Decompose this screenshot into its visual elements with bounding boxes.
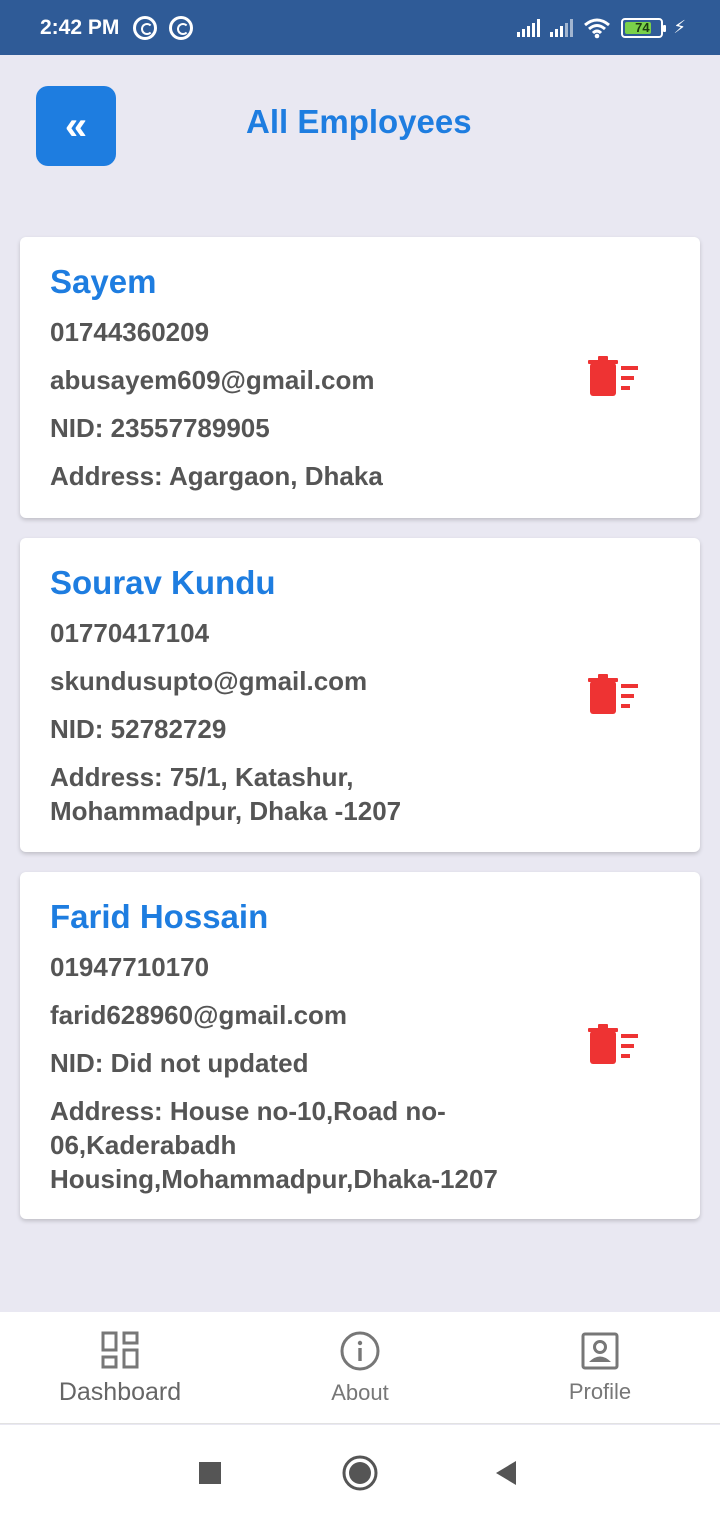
battery-level: 74 <box>635 20 650 35</box>
page-title: All Employees <box>246 103 472 140</box>
employee-phone: 01744360209 <box>50 317 210 347</box>
employee-name: Sayem <box>50 263 157 300</box>
battery-icon: 74 <box>621 17 667 38</box>
home-icon[interactable] <box>341 1454 379 1492</box>
nav-item-dashboard[interactable]: Dashboard <box>0 1312 240 1424</box>
employee-card: Farid Hossain 01947710170 farid628960@gm… <box>20 872 700 1219</box>
charging-icon: ⚡ <box>673 17 686 37</box>
employee-address: Address: 75/1, Katashur, Mohammadpur, Dh… <box>50 762 402 826</box>
employee-nid: NID: 23557789905 <box>50 413 270 443</box>
status-bar: 2:42 PM 74 ⚡ <box>0 0 720 55</box>
nav-item-profile[interactable]: Profile <box>480 1312 720 1424</box>
back-button[interactable]: « <box>36 86 116 166</box>
employee-address: Address: House no-10,Road no-06,Kaderaba… <box>50 1096 498 1194</box>
employee-email: farid628960@gmail.com <box>50 1000 348 1030</box>
bottom-nav: Dashboard About Profile <box>0 1312 720 1424</box>
delete-icon[interactable] <box>588 1024 640 1066</box>
info-icon <box>340 1331 380 1371</box>
nav-label-about: About <box>331 1380 389 1405</box>
status-right: 74 ⚡ <box>517 17 686 39</box>
employee-name: Sourav Kundu <box>50 564 276 601</box>
employee-card: Sayem 01744360209 abusayem609@gmail.com … <box>20 237 700 518</box>
signal-icon <box>550 18 574 37</box>
recents-icon[interactable] <box>198 1461 222 1485</box>
employee-card: Sourav Kundu 01770417104 skundusupto@gma… <box>20 538 700 852</box>
signal-icon <box>517 18 541 37</box>
employee-address: Address: Agargaon, Dhaka <box>50 461 383 491</box>
employee-nid: NID: Did not updated <box>50 1048 309 1078</box>
employee-nid: NID: 52782729 <box>50 714 227 744</box>
employee-name: Farid Hossain <box>50 898 269 935</box>
status-time: 2:42 PM <box>40 15 120 39</box>
employee-email: skundusupto@gmail.com <box>50 666 368 696</box>
delete-icon[interactable] <box>588 674 640 716</box>
employee-phone: 01770417104 <box>50 618 210 648</box>
nav-item-about[interactable]: About <box>240 1312 480 1424</box>
vpn-icon <box>133 15 158 40</box>
system-nav-bar <box>0 1425 720 1520</box>
back-nav-icon[interactable] <box>494 1460 518 1486</box>
nav-label-profile: Profile <box>568 1379 632 1404</box>
vpn-icon <box>169 15 194 40</box>
wifi-icon <box>584 18 611 38</box>
chevron-double-left-icon: « <box>64 104 88 148</box>
employee-phone: 01947710170 <box>50 952 210 982</box>
profile-icon <box>581 1332 619 1370</box>
employee-email: abusayem609@gmail.com <box>50 365 375 395</box>
status-left: 2:42 PM <box>40 15 194 40</box>
delete-icon[interactable] <box>588 356 640 398</box>
nav-label-dashboard: Dashboard <box>58 1377 182 1406</box>
dashboard-icon <box>101 1331 139 1368</box>
